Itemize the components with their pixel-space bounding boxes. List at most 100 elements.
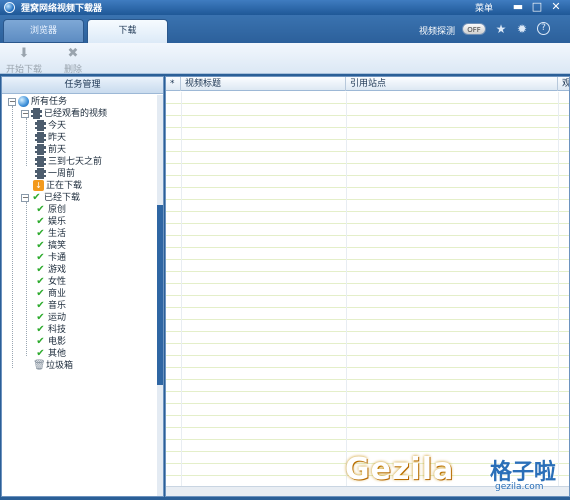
video-detect-label: 视频探测 <box>419 27 456 37</box>
delete-button[interactable]: ✖ 删除 <box>60 46 86 75</box>
start-download-button[interactable]: ⬇ 开始下载 <box>6 46 42 75</box>
film-icon <box>31 108 42 119</box>
app-logo-icon <box>4 2 15 13</box>
collapse-icon[interactable]: − <box>21 193 29 202</box>
tree-label: 昨天 <box>48 133 67 143</box>
check-icon: ✔ <box>36 288 45 299</box>
tree-label: 搞笑 <box>48 241 67 251</box>
check-icon: ✔ <box>36 312 45 323</box>
film-icon <box>35 156 46 167</box>
tab-browser[interactable]: 浏览器 <box>3 19 84 43</box>
title-bar: 狸窝网络视频下载器 菜单 ▬ □ ✕ <box>0 0 570 15</box>
check-icon: ✔ <box>36 348 45 359</box>
video-detect-toggle[interactable]: OFF <box>462 23 486 35</box>
tree-node-life[interactable]: ✔ 生活 <box>35 228 66 240</box>
tree-node-funny[interactable]: ✔ 搞笑 <box>35 240 66 252</box>
task-tree: − 所有任务 − 已经观看的视频 今天 昨天 前天 三到七天之前 一周前 ↓ 正在下载… <box>2 95 158 496</box>
column-header-title[interactable]: 视频标题 <box>181 77 346 91</box>
tree-node-music[interactable]: ✔ 音乐 <box>35 300 66 312</box>
tab-download[interactable]: 下载 <box>87 19 168 44</box>
collapse-icon[interactable]: − <box>21 109 29 118</box>
tree-node-tech[interactable]: ✔ 科技 <box>35 324 66 336</box>
film-icon <box>35 168 46 179</box>
tree-node-downloaded[interactable]: − ✔ 已经下载 <box>21 192 80 204</box>
maximize-icon[interactable]: □ <box>530 1 544 14</box>
menu-button[interactable]: 菜单 <box>475 1 493 14</box>
download-table: * 视频标题 引用站点 观 <box>165 76 570 497</box>
tree-node-original[interactable]: ✔ 原创 <box>35 204 66 216</box>
tree-node-trash[interactable]: 🗑垃圾箱 <box>33 360 73 372</box>
tree-node-watched[interactable]: − 已经观看的视频 <box>21 108 107 120</box>
check-icon: ✔ <box>36 264 45 275</box>
tree-label: 生活 <box>48 229 67 239</box>
delete-icon: ✖ <box>67 46 79 61</box>
tree-label: 三到七天之前 <box>48 157 103 167</box>
tree-label: 一周前 <box>48 169 76 179</box>
check-icon: ✔ <box>36 300 45 311</box>
tree-label: 原创 <box>48 205 67 215</box>
tree-node-week-ago[interactable]: 一周前 <box>35 168 75 180</box>
tree-label: 已经观看的视频 <box>44 109 108 119</box>
tree-label: 其他 <box>48 349 67 359</box>
tree-node-other[interactable]: ✔ 其他 <box>35 348 66 360</box>
tree-node-day-before[interactable]: 前天 <box>35 144 66 156</box>
tree-node-movie[interactable]: ✔ 电影 <box>35 336 66 348</box>
check-icon: ✔ <box>36 324 45 335</box>
check-icon: ✔ <box>32 192 41 203</box>
check-icon: ✔ <box>36 216 45 227</box>
tree-node-business[interactable]: ✔ 商业 <box>35 288 66 300</box>
column-header-views[interactable]: 观 <box>558 77 569 91</box>
column-header-site[interactable]: 引用站点 <box>346 77 558 91</box>
star-icon[interactable]: ★ <box>494 22 508 36</box>
tree-label: 前天 <box>48 145 67 155</box>
tree-node-downloading[interactable]: ↓ 正在下载 <box>33 180 82 192</box>
check-icon: ✔ <box>36 336 45 347</box>
download-icon: ⬇ <box>18 46 30 61</box>
tree-node-game[interactable]: ✔ 游戏 <box>35 264 66 276</box>
tree-node-cartoon[interactable]: ✔ 卡通 <box>35 252 66 264</box>
start-download-label: 开始下载 <box>6 65 43 75</box>
watermark-logo: Gezila <box>345 452 455 487</box>
tree-label: 今天 <box>48 121 67 131</box>
delete-label: 删除 <box>63 65 82 75</box>
tree-label: 运动 <box>48 313 67 323</box>
watermark: Gezila 格子啦 gezila.com <box>345 452 565 496</box>
tree-label: 商业 <box>48 289 67 299</box>
table-header: * 视频标题 引用站点 观 <box>166 77 569 91</box>
tree-node-today[interactable]: 今天 <box>35 120 66 132</box>
tree-label: 音乐 <box>48 301 67 311</box>
film-icon <box>35 144 46 155</box>
help-icon[interactable]: ? <box>537 22 550 35</box>
tree-node-all-tasks[interactable]: − 所有任务 <box>8 96 67 108</box>
tree-label: 游戏 <box>48 265 67 275</box>
tree-label: 正在下载 <box>46 181 83 191</box>
close-icon[interactable]: ✕ <box>549 1 563 14</box>
film-icon <box>35 132 46 143</box>
trash-icon: 🗑 <box>33 360 46 371</box>
gear-icon[interactable]: ✹ <box>515 22 529 36</box>
tree-node-sports[interactable]: ✔ 运动 <box>35 312 66 324</box>
check-icon: ✔ <box>36 228 45 239</box>
tree-scrollbar[interactable] <box>157 95 163 496</box>
download-icon: ↓ <box>33 180 44 191</box>
tree-node-women[interactable]: ✔ 女性 <box>35 276 66 288</box>
tree-node-3-7-days[interactable]: 三到七天之前 <box>35 156 102 168</box>
action-bar: ⬇ 开始下载 ✖ 删除 <box>0 43 570 75</box>
tree-label: 卡通 <box>48 253 67 263</box>
column-header-star[interactable]: * <box>166 77 181 91</box>
collapse-icon[interactable]: − <box>8 97 16 106</box>
scrollbar-thumb[interactable] <box>157 205 163 385</box>
tree-node-yesterday[interactable]: 昨天 <box>35 132 66 144</box>
tree-label: 垃圾箱 <box>46 361 74 371</box>
task-panel-title: 任务管理 <box>2 77 163 94</box>
minimize-icon[interactable]: ▬ <box>511 1 525 14</box>
task-panel: 任务管理 − 所有任务 − 已经观看的视频 今天 昨天 前天 三到七天之前 一周前 … <box>1 76 164 497</box>
check-icon: ✔ <box>36 204 45 215</box>
tree-label: 科技 <box>48 325 67 335</box>
watermark-url: gezila.com <box>495 482 544 492</box>
tree-node-entertainment[interactable]: ✔ 娱乐 <box>35 216 66 228</box>
tree-label: 电影 <box>48 337 67 347</box>
window-title: 狸窝网络视频下载器 <box>21 4 103 14</box>
check-icon: ✔ <box>36 240 45 251</box>
top-bar: 浏览器 下载 视频探测 OFF ★ ✹ ? <box>0 15 570 44</box>
